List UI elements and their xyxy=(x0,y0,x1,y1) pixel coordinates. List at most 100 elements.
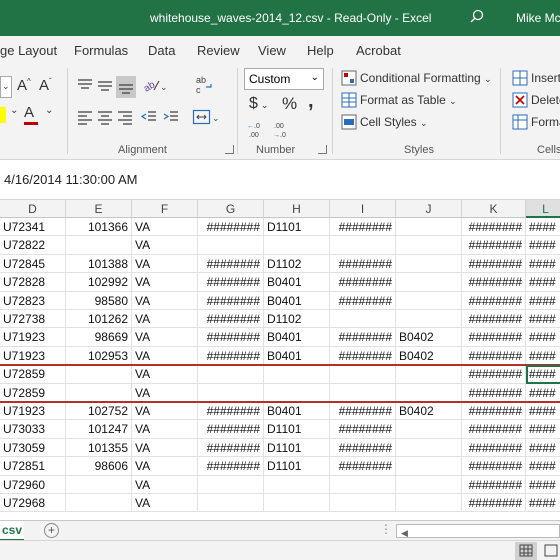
align-right-icon[interactable] xyxy=(116,108,134,126)
cell[interactable]: ######## xyxy=(330,218,396,237)
cell[interactable]: U72823 xyxy=(0,291,66,310)
cell[interactable] xyxy=(396,236,462,255)
cell[interactable]: 98606 xyxy=(66,457,132,476)
cell[interactable]: #### xyxy=(526,420,560,439)
cell[interactable]: #### xyxy=(526,439,560,458)
user-name[interactable]: Mike Mc xyxy=(516,11,560,25)
cell[interactable]: U71923 xyxy=(0,402,66,421)
cell[interactable]: VA xyxy=(132,254,198,274)
cell[interactable]: #### xyxy=(526,347,560,366)
increase-font-size-icon[interactable]: A^ xyxy=(17,77,31,94)
cell[interactable] xyxy=(198,236,264,255)
cell[interactable]: ######## xyxy=(462,420,526,439)
merge-center-icon[interactable]: ⌄ xyxy=(192,108,220,126)
percent-button[interactable]: % xyxy=(282,94,297,114)
cell[interactable]: ######## xyxy=(462,254,526,274)
delete-button[interactable]: Delete xyxy=(531,93,560,107)
column-header-h[interactable]: H xyxy=(264,200,330,218)
cell[interactable] xyxy=(396,365,462,384)
spreadsheet-grid[interactable]: D E F G H I J K L U72341 101366 VA ######## D1101 ####… xyxy=(0,200,560,520)
scroll-left-icon[interactable]: ◀ xyxy=(401,528,408,539)
cell[interactable]: ######## xyxy=(198,420,264,439)
cell[interactable]: D1101 xyxy=(264,457,330,476)
cell[interactable] xyxy=(396,494,462,513)
cell[interactable] xyxy=(198,383,264,402)
cell[interactable]: ######## xyxy=(198,402,264,421)
cell[interactable]: U71923 xyxy=(0,346,66,366)
cell[interactable]: VA xyxy=(132,402,198,421)
cell[interactable]: B0401 xyxy=(264,346,330,366)
cell[interactable]: #### xyxy=(526,328,560,347)
cell[interactable]: U72851 xyxy=(0,457,66,476)
cell[interactable] xyxy=(264,236,330,255)
tab-help[interactable]: Help xyxy=(307,43,334,58)
cell[interactable]: B0402 xyxy=(396,346,462,366)
cell[interactable]: U72845 xyxy=(0,254,66,274)
cell[interactable] xyxy=(330,236,396,255)
column-header-j[interactable]: J xyxy=(396,200,462,218)
cell[interactable]: ######## xyxy=(330,254,396,274)
cell[interactable]: VA xyxy=(132,438,198,458)
cell[interactable] xyxy=(396,291,462,310)
cell[interactable]: #### xyxy=(526,292,560,310)
cell[interactable]: #### xyxy=(526,494,560,513)
cell[interactable] xyxy=(396,475,462,494)
cell[interactable]: #### xyxy=(526,457,560,476)
cell[interactable] xyxy=(330,494,396,513)
cell[interactable]: ######## xyxy=(462,494,526,513)
format-button[interactable]: Format xyxy=(531,115,560,129)
horizontal-scrollbar[interactable]: ◀ xyxy=(396,524,560,538)
cell[interactable]: ######## xyxy=(330,457,396,476)
comma-style-button[interactable]: , xyxy=(308,90,314,113)
more-options-icon[interactable]: ⋮ xyxy=(380,522,392,536)
cell[interactable]: 101247 xyxy=(66,420,132,439)
cell[interactable]: ######## xyxy=(462,236,526,255)
cell[interactable]: #### xyxy=(526,273,560,292)
cell[interactable]: #### xyxy=(526,310,560,329)
cell[interactable]: ######## xyxy=(462,402,526,421)
cell[interactable]: B0401 xyxy=(264,291,330,310)
cell[interactable]: ######## xyxy=(198,273,264,292)
chevron-down-icon[interactable]: ⌄ xyxy=(45,105,53,116)
cell[interactable] xyxy=(330,310,396,329)
format-cells-icon[interactable] xyxy=(512,114,528,130)
cell[interactable]: 101355 xyxy=(66,438,132,458)
cell[interactable]: U72859 xyxy=(0,383,66,402)
cell[interactable]: ######## xyxy=(462,365,526,384)
cell[interactable]: VA xyxy=(132,494,198,513)
cell[interactable] xyxy=(396,420,462,439)
cell[interactable]: VA xyxy=(132,310,198,329)
add-sheet-icon[interactable]: + xyxy=(44,523,59,538)
cell[interactable]: ######## xyxy=(198,291,264,310)
cell[interactable]: 101262 xyxy=(66,310,132,329)
cell[interactable] xyxy=(198,475,264,494)
cell[interactable] xyxy=(66,475,132,494)
cell[interactable]: ######## xyxy=(330,291,396,310)
orientation-icon[interactable]: ab ⌄ xyxy=(142,76,166,94)
insert-button[interactable]: Insert xyxy=(531,71,560,85)
cell[interactable]: #### xyxy=(526,402,560,421)
cell[interactable]: U73059 xyxy=(0,438,66,458)
cell[interactable]: ######## xyxy=(198,438,264,458)
decrease-font-size-icon[interactable]: Aˇ xyxy=(39,77,52,94)
align-bottom-icon[interactable] xyxy=(116,76,136,98)
cell[interactable] xyxy=(66,383,132,402)
cell[interactable]: #### xyxy=(526,476,560,494)
align-center-icon[interactable] xyxy=(96,108,114,126)
cell-styles-button[interactable]: Cell Styles ⌄ xyxy=(360,115,428,129)
cell[interactable]: ######## xyxy=(330,328,396,347)
sheet-tab-active[interactable]: csv xyxy=(0,521,24,541)
conditional-formatting-button[interactable]: Conditional Formatting ⌄ xyxy=(360,71,492,85)
cell[interactable]: U72822 xyxy=(0,236,66,255)
column-header-i[interactable]: I xyxy=(330,200,396,218)
cell[interactable]: B0401 xyxy=(264,273,330,292)
align-left-icon[interactable] xyxy=(76,108,94,126)
cell[interactable]: B0401 xyxy=(264,328,330,347)
cell[interactable]: 98669 xyxy=(66,328,132,347)
cell[interactable] xyxy=(198,494,264,513)
number-launcher-icon[interactable] xyxy=(318,145,327,154)
tab-acrobat[interactable]: Acrobat xyxy=(356,43,401,58)
cell[interactable]: B0401 xyxy=(264,402,330,421)
cell[interactable]: ######## xyxy=(462,383,526,402)
wrap-text-icon[interactable]: abc xyxy=(194,74,216,96)
